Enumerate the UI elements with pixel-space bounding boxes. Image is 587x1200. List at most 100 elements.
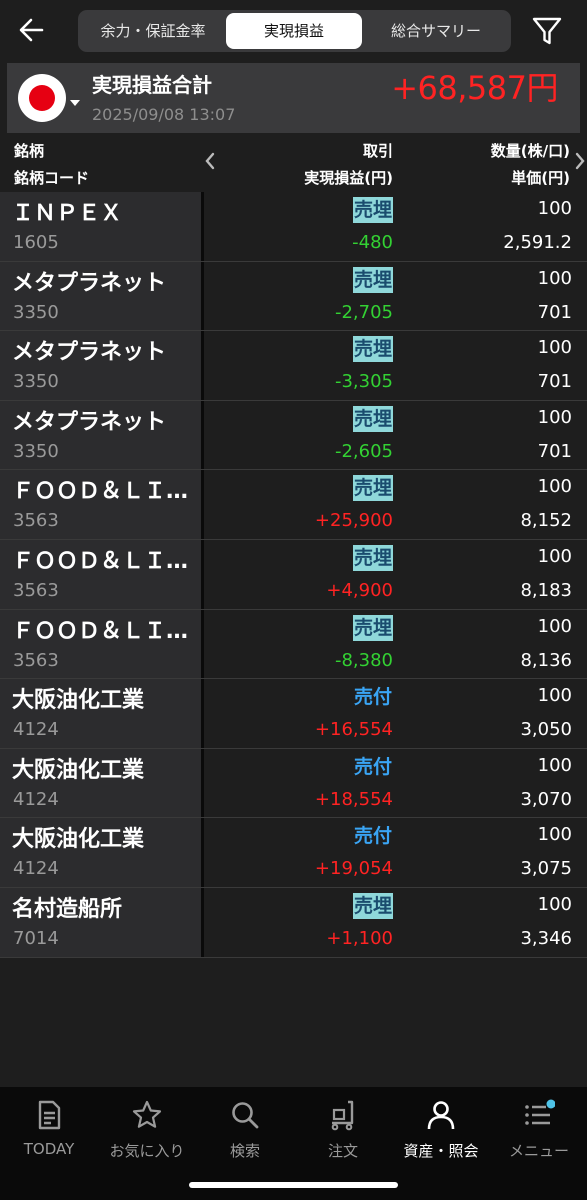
star-icon	[131, 1099, 163, 1131]
stock-code: 3563	[13, 510, 59, 532]
trade-list: ＩＮＰＥＸ 1605 売埋 -480 100 2,591.2 メタプラネット 3350 売埋 -2…	[0, 192, 587, 958]
table-row[interactable]: 大阪油化工業 4124 売付 +18,554 100 3,070	[0, 748, 587, 819]
trade-type-badge: 売埋	[352, 544, 393, 571]
summary-datetime: 2025/09/08 13:07	[92, 105, 236, 124]
stock-cell: ＦＯＯＤ＆ＬＩ… 3563	[0, 609, 204, 679]
tab-margin[interactable]: 余力・保証金率	[82, 13, 224, 49]
stock-cell: ＦＯＯＤ＆ＬＩ… 3563	[0, 539, 204, 609]
chevron-left-icon[interactable]	[204, 152, 216, 174]
column-qty: 数量(株/口)	[490, 142, 570, 160]
nav-search[interactable]: 検索	[196, 1095, 294, 1160]
stock-name: 大阪油化工業	[12, 827, 145, 853]
back-arrow-icon[interactable]	[14, 12, 50, 48]
stock-name: ＦＯＯＤ＆ＬＩ…	[12, 618, 189, 644]
nav-today[interactable]: TODAY	[0, 1095, 98, 1159]
table-row[interactable]: メタプラネット 3350 売埋 -3,305 100 701	[0, 331, 587, 401]
column-name: 銘柄	[14, 142, 45, 160]
table-row[interactable]: ＦＯＯＤ＆ＬＩ… 3563 売埋 -8,380 100 8,136	[0, 609, 587, 680]
stock-name: 名村造船所	[12, 896, 123, 922]
table-row[interactable]: 大阪油化工業 4124 売付 +16,554 100 3,050	[0, 679, 587, 749]
detail-cell: 売付 +18,554 100 3,070	[207, 748, 587, 818]
stock-name: メタプラネット	[12, 270, 167, 296]
table-row[interactable]: メタプラネット 3350 売埋 -2,605 100 701	[0, 400, 587, 471]
tab-bar: 余力・保証金率 実現損益 総合サマリー	[78, 10, 511, 52]
realized-pl: -480	[352, 232, 393, 253]
search-icon	[229, 1099, 261, 1131]
trade-type-badge: 売埋	[352, 614, 393, 641]
stock-cell: ＦＯＯＤ＆ＬＩ… 3563	[0, 470, 204, 539]
realized-pl: +16,554	[314, 719, 393, 741]
nav-favorites[interactable]: お気に入り	[98, 1095, 196, 1160]
column-trade: 取引	[362, 142, 393, 160]
stock-code: 7014	[13, 927, 59, 949]
cart-icon	[327, 1099, 359, 1131]
stock-cell: 大阪油化工業 4124	[0, 818, 204, 887]
home-indicator	[189, 1182, 398, 1188]
column-price: 単価(円)	[511, 169, 570, 187]
summary-title: 実現損益合計	[92, 73, 212, 97]
table-row[interactable]: 名村造船所 7014 売埋 +1,100 100 3,346	[0, 887, 587, 958]
stock-name: ＦＯＯＤ＆ＬＩ…	[12, 548, 189, 574]
realized-pl: -2,705	[334, 301, 393, 323]
quantity: 100	[537, 893, 572, 915]
trade-type-badge: 売付	[353, 825, 392, 848]
quantity: 100	[537, 824, 572, 846]
summary-header: 実現損益合計 2025/09/08 13:07 +68,587円	[7, 63, 580, 133]
table-row[interactable]: メタプラネット 3350 売埋 -2,705 100 701	[0, 261, 587, 332]
filter-icon[interactable]	[528, 12, 566, 50]
nav-order-label: 注文	[327, 1142, 358, 1160]
detail-cell: 売埋 -2,705 100 701	[207, 261, 587, 331]
unit-price: 2,591.2	[503, 232, 572, 253]
tab-realized-pl[interactable]: 実現損益	[226, 13, 362, 49]
detail-cell: 売埋 -8,380 100 8,136	[207, 609, 587, 679]
detail-cell: 売埋 +1,100 100 3,346	[207, 887, 587, 957]
menu-icon	[523, 1099, 556, 1131]
realized-pl: +19,054	[314, 858, 393, 880]
realized-pl: +18,554	[314, 788, 393, 810]
unit-price: 701	[537, 301, 572, 323]
stock-code: 3350	[13, 371, 59, 393]
trade-type-badge: 売埋	[352, 336, 393, 363]
chevron-right-icon[interactable]	[574, 152, 586, 174]
nav-assets[interactable]: 資産・照会	[392, 1095, 490, 1160]
quantity: 100	[537, 615, 572, 637]
nav-menu[interactable]: メニュー	[490, 1095, 587, 1160]
quantity: 100	[537, 476, 572, 498]
column-header: 銘柄 銘柄コード 取引 実現損益(円) 数量(株/口) 単価(円)	[0, 136, 587, 192]
trade-type-badge: 売付	[353, 686, 392, 709]
stock-name: ＦＯＯＤ＆ＬＩ…	[12, 479, 189, 505]
table-row[interactable]: ＦＯＯＤ＆ＬＩ… 3563 売埋 +4,900 100 8,183	[0, 539, 587, 610]
trade-type-badge: 売埋	[352, 405, 393, 432]
nav-order[interactable]: 注文	[294, 1095, 392, 1160]
stock-name: ＩＮＰＥＸ	[12, 201, 123, 226]
quantity: 100	[537, 198, 572, 219]
stock-name: メタプラネット	[12, 409, 167, 435]
realized-pl: -3,305	[334, 371, 393, 393]
detail-cell: 売埋 -2,605 100 701	[207, 400, 587, 470]
table-row[interactable]: ＩＮＰＥＸ 1605 売埋 -480 100 2,591.2	[0, 192, 587, 262]
unit-price: 3,346	[520, 927, 572, 949]
quantity: 100	[537, 754, 572, 776]
top-bar: 余力・保証金率 実現損益 総合サマリー	[0, 0, 587, 62]
trade-type-badge: 売埋	[352, 475, 393, 502]
table-row[interactable]: 大阪油化工業 4124 売付 +19,054 100 3,075	[0, 818, 587, 888]
tab-summary[interactable]: 総合サマリー	[365, 13, 507, 49]
detail-cell: 売付 +16,554 100 3,050	[207, 679, 587, 748]
nav-menu-label: メニュー	[508, 1142, 569, 1160]
stock-code: 3350	[13, 440, 59, 462]
stock-name: 大阪油化工業	[12, 757, 145, 783]
japan-flag-icon[interactable]	[18, 74, 66, 122]
stock-name: メタプラネット	[12, 340, 167, 366]
stock-name: 大阪油化工業	[12, 688, 145, 714]
quantity: 100	[537, 267, 572, 289]
nav-favorites-label: お気に入り	[109, 1142, 185, 1160]
unit-price: 3,075	[520, 858, 572, 880]
unit-price: 8,152	[520, 510, 572, 532]
realized-pl: -8,380	[334, 649, 393, 671]
table-row[interactable]: ＦＯＯＤ＆ＬＩ… 3563 売埋 +25,900 100 8,152	[0, 470, 587, 540]
stock-cell: 大阪油化工業 4124	[0, 679, 204, 748]
stock-code: 4124	[13, 858, 59, 880]
unit-price: 8,136	[520, 649, 572, 671]
nav-search-label: 検索	[229, 1142, 260, 1160]
chevron-down-icon[interactable]	[69, 92, 81, 111]
